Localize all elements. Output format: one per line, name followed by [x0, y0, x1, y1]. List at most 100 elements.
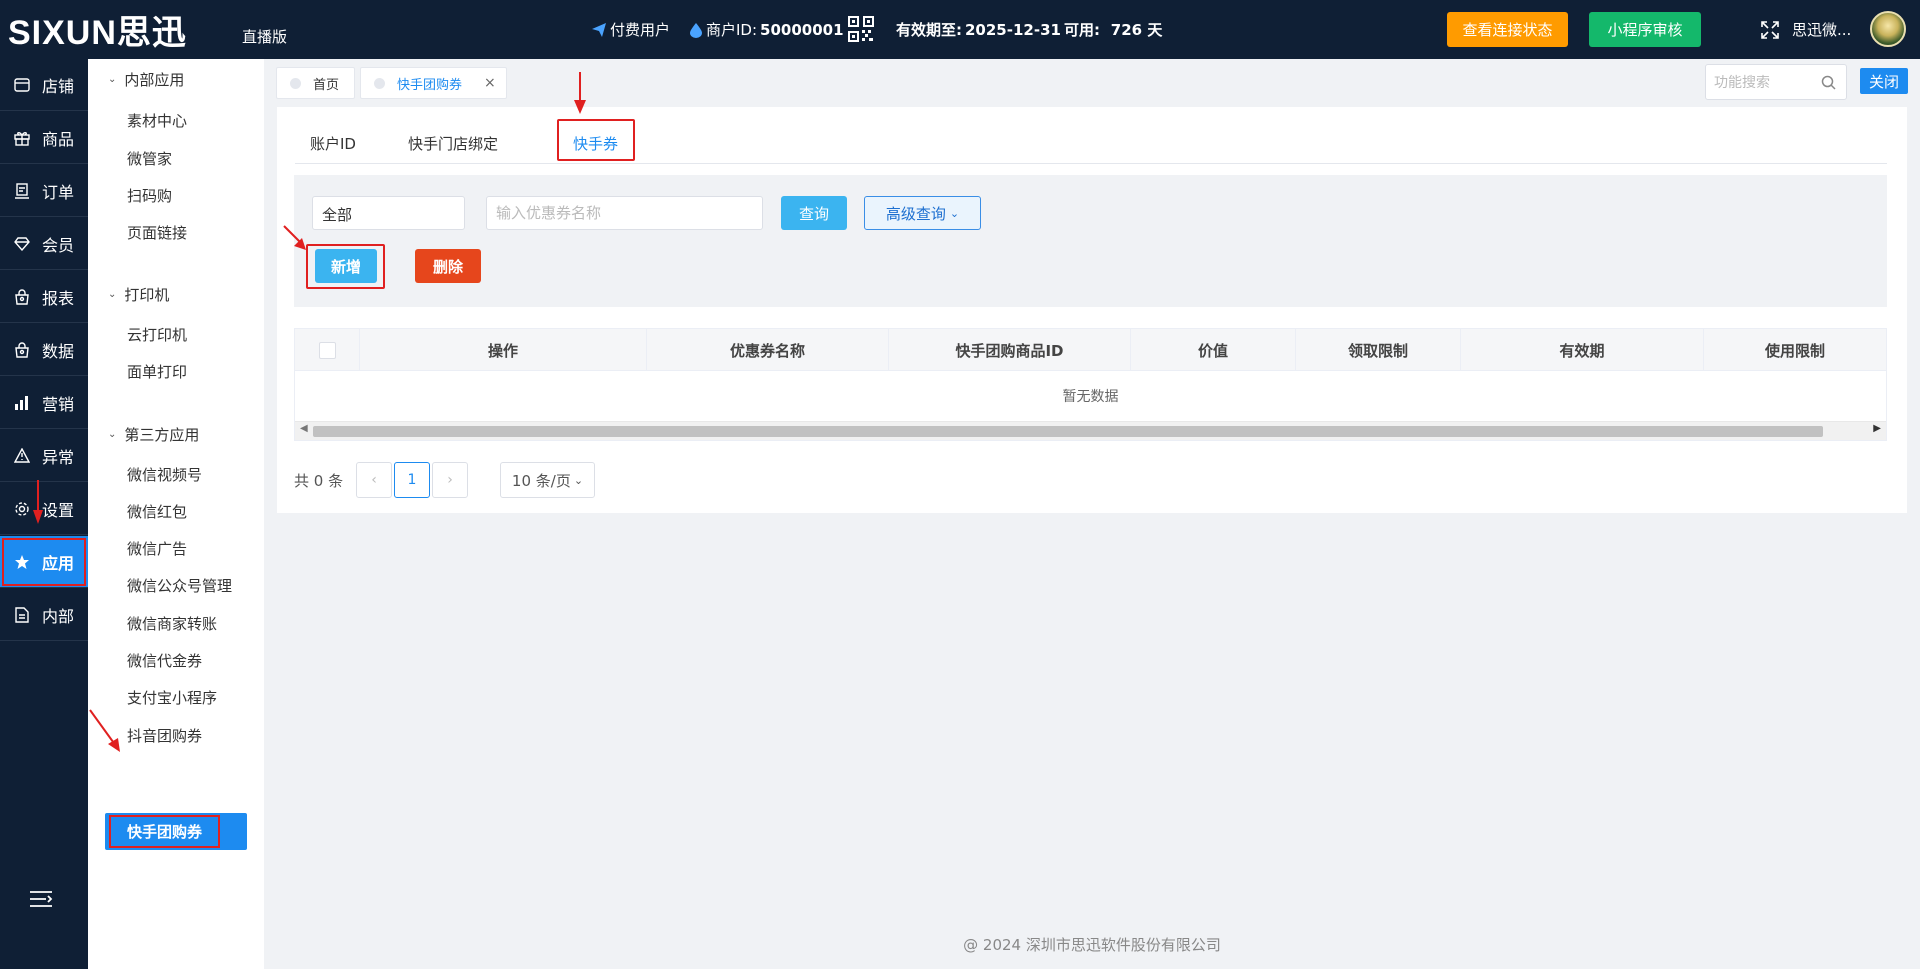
footer-copyright: @ 2024 深圳市思迅软件股份有限公司 [963, 936, 1221, 954]
submenu-item[interactable]: 微管家 [127, 148, 172, 169]
column-header[interactable]: 快手团购商品ID [889, 329, 1131, 371]
paper-plane-icon [592, 22, 606, 37]
annotation-arrow [283, 225, 306, 250]
nav-item-internal[interactable]: 内部 [0, 589, 88, 641]
avatar[interactable] [1870, 11, 1906, 47]
tab-dot-icon [290, 77, 301, 89]
chevron-down-icon: ⌄ [573, 473, 584, 487]
add-button[interactable]: 新增 [315, 249, 377, 283]
tab-kuaishou-coupon[interactable]: 快手团购券 × [360, 67, 507, 99]
submenu-group-thirdparty[interactable]: ⌄ 第三方应用 [108, 424, 199, 445]
warning-icon [13, 447, 31, 465]
query-button[interactable]: 查询 [781, 196, 847, 230]
nav-item-report[interactable]: 报表 [0, 271, 88, 323]
nav-item-store[interactable]: 店铺 [0, 59, 88, 111]
chevron-down-icon: ⌄ [949, 206, 960, 220]
coupon-name-field[interactable] [486, 196, 763, 230]
miniprogram-review-button[interactable]: 小程序审核 [1589, 12, 1701, 47]
function-search[interactable] [1705, 64, 1847, 100]
submenu-item[interactable]: 微信公众号管理 [127, 575, 232, 596]
submenu-item[interactable]: 扫码购 [127, 185, 172, 206]
tab-dot-icon [374, 77, 385, 89]
nav-item-goods[interactable]: 商品 [0, 112, 88, 164]
submenu-item[interactable]: 页面链接 [127, 222, 187, 243]
gear-icon [13, 500, 31, 518]
tab-home[interactable]: 首页 [276, 67, 355, 99]
page-tab-strip: 首页 快手团购券 × [264, 59, 1920, 107]
column-header[interactable]: 价值 [1131, 329, 1296, 371]
close-all-button[interactable]: 关闭 [1860, 68, 1908, 94]
highlight-box [2, 538, 86, 586]
data-icon [13, 341, 31, 359]
annotation-arrow [33, 480, 43, 524]
submenu-item-kuaishou-coupon[interactable]: 快手团购券 [105, 813, 247, 850]
nav-item-member[interactable]: 会员 [0, 218, 88, 270]
submenu-item[interactable]: 抖音团购券 [127, 725, 202, 746]
chevron-down-icon: ⌄ [108, 289, 117, 300]
submenu-group-internal[interactable]: ⌄ 内部应用 [108, 69, 184, 90]
user-name[interactable]: 思迅微... [1792, 19, 1851, 40]
close-icon[interactable]: × [484, 75, 496, 91]
submenu-item[interactable]: 微信广告 [127, 538, 187, 559]
gift-icon [13, 129, 31, 147]
submenu-item[interactable]: 微信红包 [127, 501, 187, 522]
available-days: 可用: 726 天 [1064, 21, 1163, 39]
search-input[interactable] [1714, 73, 1814, 93]
fullscreen-icon[interactable] [1760, 20, 1780, 40]
tab-store-binding[interactable]: 快手门店绑定 [408, 133, 498, 154]
next-page-button[interactable]: › [432, 462, 468, 498]
filter-panel: 全部 ⌄ 查询 高级查询⌄ 新增 删除 [294, 175, 1887, 307]
submenu-item[interactable]: 面单打印 [127, 361, 187, 382]
submenu-item[interactable]: 微信代金券 [127, 650, 202, 671]
column-header[interactable]: 有效期 [1461, 329, 1704, 371]
column-header[interactable]: 使用限制 [1704, 329, 1886, 371]
status-select[interactable]: 全部 ⌄ [312, 196, 465, 230]
page-size-select[interactable]: 10 条/页 ⌄ [500, 462, 595, 498]
horizontal-scrollbar[interactable]: ◀ ▶ [295, 421, 1886, 440]
chevron-down-icon: ⌄ [322, 203, 333, 217]
advanced-query-button[interactable]: 高级查询 ⌄ [864, 196, 981, 230]
basket-icon [13, 288, 31, 306]
tab-account-id[interactable]: 账户ID [310, 133, 356, 154]
empty-message: 暂无数据 [1062, 389, 1119, 405]
column-header[interactable]: 操作 [360, 329, 647, 371]
tab-kuaishou-voucher[interactable]: 快手券 [573, 133, 618, 154]
column-header[interactable]: 优惠券名称 [647, 329, 889, 371]
expiry-date: 有效期至: 2025-12-31 [896, 20, 1061, 40]
table-header: 操作 优惠券名称 快手团购商品ID 价值 领取限制 有效期 使用限制 [295, 329, 1886, 371]
app-submenu: ⌄ 内部应用 素材中心 微管家 扫码购 页面链接 ⌄ 打印机 云打印机 面单打印 ⌄… [88, 59, 264, 969]
submenu-group-printer[interactable]: ⌄ 打印机 [108, 284, 169, 305]
select-all-checkbox[interactable] [318, 341, 336, 359]
page-number-button[interactable]: 1 [394, 462, 430, 498]
user-type: 付费用户 [591, 19, 670, 40]
submenu-item[interactable]: 云打印机 [127, 324, 187, 345]
submenu-item[interactable]: 支付宝小程序 [127, 687, 217, 708]
drop-icon [690, 22, 702, 38]
submenu-item[interactable]: 微信视频号 [127, 464, 202, 485]
delete-button[interactable]: 删除 [415, 249, 481, 283]
submenu-item[interactable]: 素材中心 [127, 110, 187, 131]
nav-item-order[interactable]: 订单 [0, 165, 88, 217]
nav-item-data[interactable]: 数据 [0, 324, 88, 376]
annotation-arrow [89, 709, 120, 752]
annotation-arrow [574, 72, 586, 114]
nav-item-apps[interactable]: 应用 [0, 536, 88, 588]
submenu-item[interactable]: 微信商家转账 [127, 613, 217, 634]
scroll-right-icon[interactable]: ▶ [1873, 423, 1881, 434]
nav-item-exception[interactable]: 异常 [0, 430, 88, 482]
nav-item-marketing[interactable]: 营销 [0, 377, 88, 429]
diamond-icon [13, 235, 31, 253]
scroll-left-icon[interactable]: ◀ [300, 423, 308, 434]
prev-page-button[interactable]: ‹ [356, 462, 392, 498]
qr-code-icon[interactable] [848, 16, 874, 42]
logo: SIXUN思迅 [8, 13, 187, 52]
coupon-name-input[interactable] [496, 204, 746, 222]
store-icon [13, 76, 31, 94]
inner-tabs: 账户ID 快手门店绑定 快手券 [295, 119, 1887, 164]
column-header[interactable]: 领取限制 [1296, 329, 1461, 371]
chevron-down-icon: ⌄ [108, 429, 117, 440]
menu-collapse-icon[interactable] [29, 889, 53, 909]
connection-status-button[interactable]: 查看连接状态 [1447, 12, 1568, 47]
scrollbar-thumb[interactable] [313, 426, 1823, 437]
search-icon[interactable] [1821, 75, 1836, 90]
